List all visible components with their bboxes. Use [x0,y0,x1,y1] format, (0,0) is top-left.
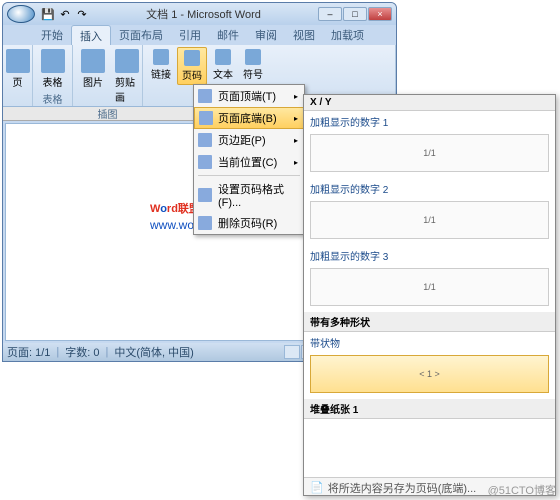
gallery-section-header: 堆叠纸张 1 [304,399,555,419]
margins-icon [198,133,212,147]
group-illustrations: 图片 剪贴画 插图 [73,45,143,106]
group-label-illustrations: 插图 [77,106,138,121]
clipart-button[interactable]: 剪贴画 [111,47,143,106]
gallery-item[interactable]: 加粗显示的数字 2 1/1 [304,178,555,239]
symbol-button[interactable]: 符号 [239,47,267,85]
chevron-right-icon: ▸ [294,92,298,101]
ribbon-tabs: 开始 插入 页面布局 引用 邮件 审阅 视图 加载项 [3,25,396,45]
clipart-icon [115,49,139,73]
bottom-page-icon [199,111,213,125]
page-icon [6,49,30,73]
gallery-preview: 1/1 [310,201,549,239]
picture-icon [81,49,105,73]
remove-icon [198,216,212,230]
menu-separator [198,175,300,176]
table-icon [41,49,65,73]
gallery-item[interactable]: 加粗显示的数字 1 1/1 [304,111,555,172]
tab-insert[interactable]: 插入 [71,25,111,45]
page-number-menu: 页面顶端(T)▸ 页面底端(B)▸ 页边距(P)▸ 当前位置(C)▸ 设置页码格… [193,84,305,235]
status-page[interactable]: 页面: 1/1 [7,344,50,360]
link-icon [153,49,169,65]
text-button[interactable]: 文本 [209,47,237,85]
gallery-preview: 1/1 [310,268,549,306]
tab-review[interactable]: 审阅 [247,25,285,45]
quick-access-toolbar: 💾 ↶ ↷ [41,7,89,21]
tab-references[interactable]: 引用 [171,25,209,45]
chevron-right-icon: ▸ [294,136,298,145]
links-button[interactable]: 链接 [147,47,175,85]
menu-current-position[interactable]: 当前位置(C)▸ [194,151,304,173]
tab-addins[interactable]: 加载项 [323,25,372,45]
menu-page-margins[interactable]: 页边距(P)▸ [194,129,304,151]
tab-home[interactable]: 开始 [33,25,71,45]
gallery-scroll[interactable]: X / Y 加粗显示的数字 1 1/1 加粗显示的数字 2 1/1 加粗显示的数… [304,95,555,477]
window-controls: – □ × [318,7,392,21]
menu-remove-page-numbers[interactable]: 删除页码(R) [194,212,304,234]
status-lang[interactable]: 中文(简体, 中国) [114,344,193,360]
gallery-section-header: X / Y [304,95,555,111]
gallery-preview: < 1 > [310,355,549,393]
redo-icon[interactable]: ↷ [75,7,89,21]
tab-view[interactable]: 视图 [285,25,323,45]
gallery-preview: 1/1 [310,134,549,172]
symbol-icon [245,49,261,65]
pages-button[interactable]: 页 [7,47,28,91]
table-button[interactable]: 表格 [37,47,68,91]
picture-button[interactable]: 图片 [77,47,109,106]
page-number-button[interactable]: 页码 [177,47,207,85]
window-title: 文档 1 - Microsoft Word [89,6,318,22]
titlebar: 💾 ↶ ↷ 文档 1 - Microsoft Word – □ × [3,3,396,25]
status-words[interactable]: 字数: 0 [65,344,99,360]
corner-watermark: @51CTO博客 [488,482,556,498]
menu-format-page-numbers[interactable]: 设置页码格式(F)... [194,178,304,212]
gallery-item[interactable]: 加粗显示的数字 3 1/1 [304,245,555,306]
top-page-icon [198,89,212,103]
chevron-right-icon: ▸ [294,114,298,123]
view-print-layout[interactable] [284,345,300,359]
format-icon [198,188,212,202]
maximize-button[interactable]: □ [343,7,367,21]
group-label-tables: 表格 [37,91,68,106]
office-button[interactable] [7,5,35,23]
position-icon [198,155,212,169]
tab-mailings[interactable]: 邮件 [209,25,247,45]
menu-bottom-of-page[interactable]: 页面底端(B)▸ [194,107,304,129]
text-icon [215,49,231,65]
undo-icon[interactable]: ↶ [58,7,72,21]
group-pages: 页 [3,45,33,106]
menu-top-of-page[interactable]: 页面顶端(T)▸ [194,85,304,107]
save-selection-icon: 📄 [310,481,324,494]
chevron-right-icon: ▸ [294,158,298,167]
minimize-button[interactable]: – [318,7,342,21]
save-icon[interactable]: 💾 [41,7,55,21]
page-number-gallery: X / Y 加粗显示的数字 1 1/1 加粗显示的数字 2 1/1 加粗显示的数… [303,94,556,496]
group-tables: 表格 表格 [33,45,73,106]
gallery-section-header: 带有多种形状 [304,312,555,332]
gallery-item[interactable]: 带状物 < 1 > [304,332,555,393]
page-number-icon [184,50,200,66]
close-button[interactable]: × [368,7,392,21]
tab-layout[interactable]: 页面布局 [111,25,171,45]
